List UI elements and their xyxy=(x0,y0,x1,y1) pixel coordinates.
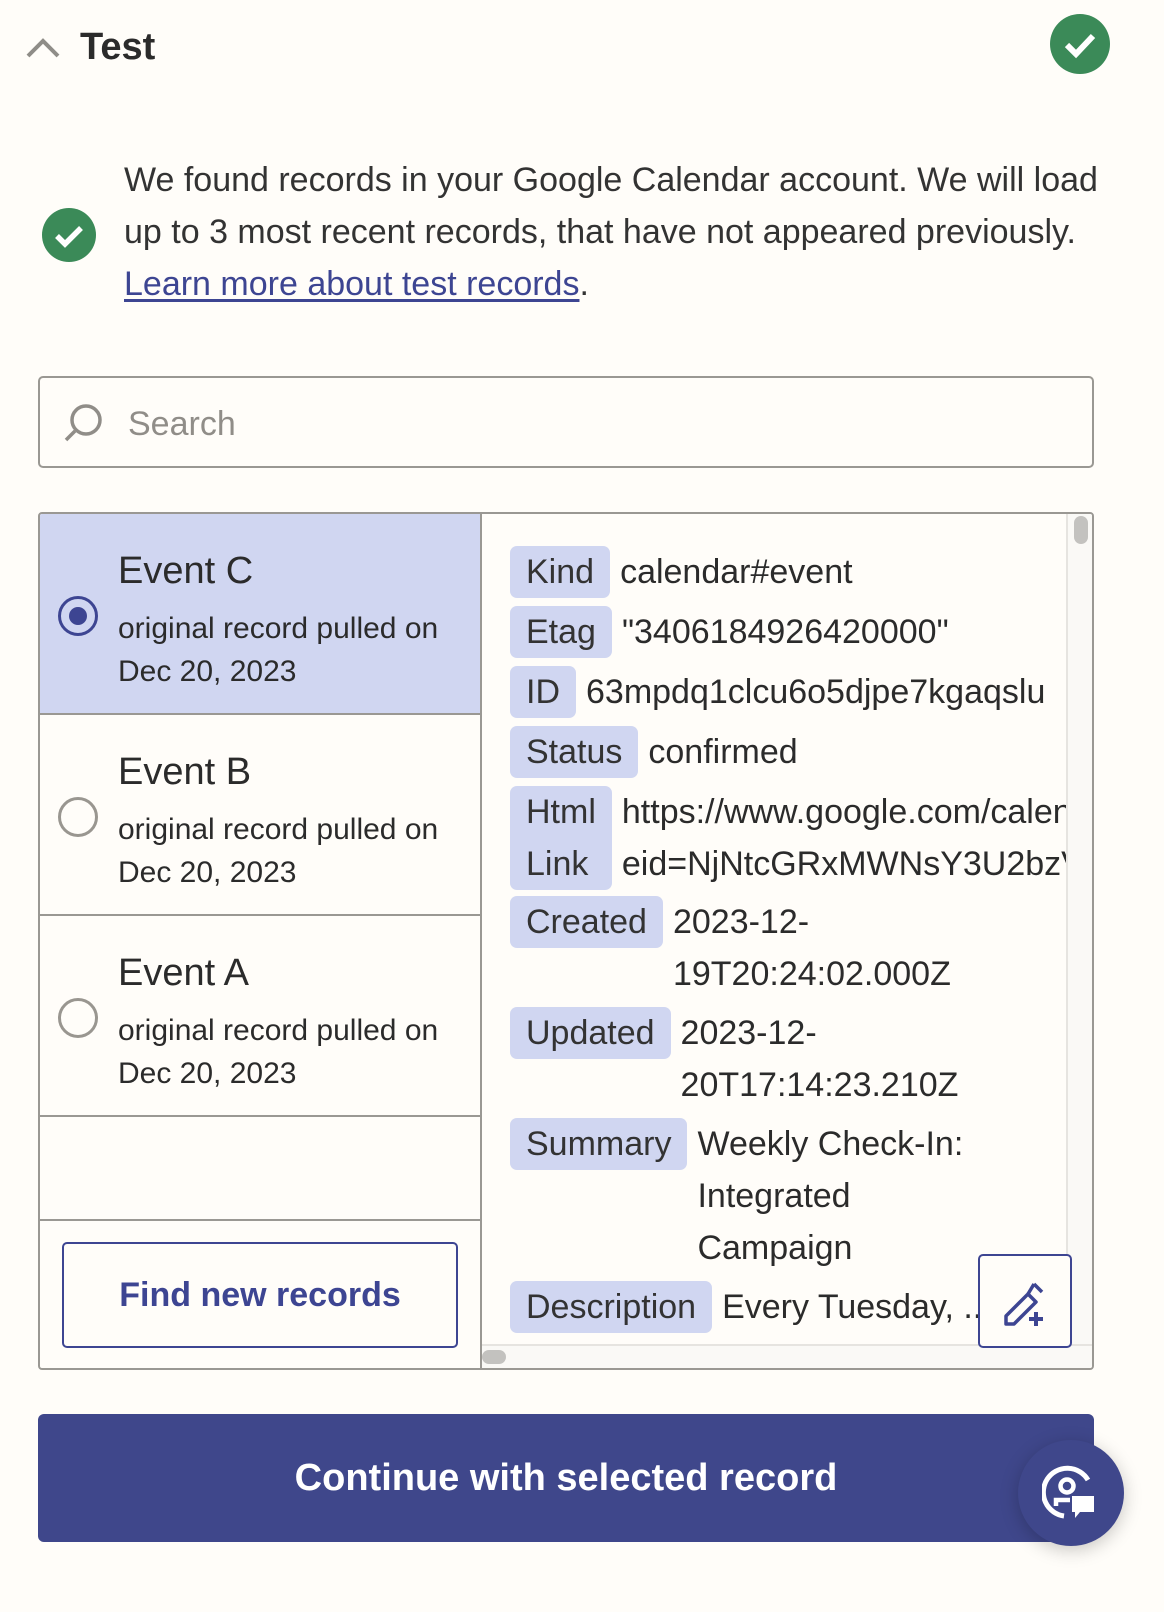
field-value: calendar#event xyxy=(620,553,853,591)
field-key: Kind xyxy=(510,546,611,598)
find-new-records-button[interactable]: Find new records xyxy=(62,1242,458,1348)
record-date: Dec 20, 2023 xyxy=(118,856,297,889)
record-subtitle: original record pulled on xyxy=(118,612,439,645)
record-list: Event C original record pulled on Dec 20… xyxy=(40,514,482,1368)
chevron-up-icon[interactable] xyxy=(26,34,60,60)
field-created: Created 2023-12- 19T20:24:02.000Z xyxy=(510,896,951,1000)
field-value-line: 2023-12- xyxy=(672,903,810,941)
edit-record-button[interactable] xyxy=(978,1254,1072,1348)
field-etag: Etag "3406184926420000" xyxy=(510,606,949,658)
field-key: Created xyxy=(510,896,663,948)
field-value: "3406184926420000" xyxy=(621,613,949,651)
record-subtitle: original record pulled on xyxy=(118,813,439,846)
field-key: Updated xyxy=(510,1007,671,1059)
field-key: ID xyxy=(510,666,576,718)
record-item-event-b[interactable]: Event B original record pulled on Dec 20… xyxy=(40,715,480,916)
record-title: Event A xyxy=(118,952,249,994)
radio-unselected[interactable] xyxy=(58,998,98,1038)
radio-selected[interactable] xyxy=(58,596,98,636)
field-value-line: 20T17:14:23.210Z xyxy=(680,1066,959,1104)
record-title: Event C xyxy=(118,550,254,592)
field-value-line: Integrated xyxy=(697,1177,851,1215)
field-kind: Kind calendar#event xyxy=(510,546,853,598)
check-circle-icon xyxy=(42,208,96,262)
field-value-line: 19T20:24:02.000Z xyxy=(672,955,951,993)
field-value-line: eid=NjNtcGRxMWNsY3U2bzVkanBlN2tnYXFzbHU xyxy=(621,845,1070,883)
field-value: 63mpdq1clcu6o5djpe7kgaqslu xyxy=(586,673,1046,711)
record-subtitle: original record pulled on xyxy=(118,1014,439,1047)
field-value-line: https://www.google.com/calendar/event? xyxy=(621,793,1070,831)
field-value: Every Tuesday, ... xyxy=(722,1288,992,1326)
search-icon xyxy=(62,402,106,446)
field-value: https://www.google.com/calendar/event? e… xyxy=(622,786,1070,890)
records-found-message: We found records in your Google Calendar… xyxy=(124,154,1104,310)
field-status: Status confirmed xyxy=(510,726,798,778)
record-item-event-a[interactable]: Event A original record pulled on Dec 20… xyxy=(40,916,480,1117)
field-value: 2023-12- 20T17:14:23.210Z xyxy=(681,1007,959,1111)
notice-text: We found records in your Google Calendar… xyxy=(124,161,1098,251)
field-key-line: Link xyxy=(526,845,589,883)
field-value: confirmed xyxy=(648,733,798,771)
record-title: Event B xyxy=(118,751,252,793)
search-input[interactable] xyxy=(126,396,1070,452)
learn-more-link[interactable]: Learn more about test records xyxy=(124,265,579,303)
radio-unselected[interactable] xyxy=(58,797,98,837)
notice-trailing: . xyxy=(579,265,589,303)
field-value: 2023-12- 19T20:24:02.000Z xyxy=(673,896,951,1000)
section-title: Test xyxy=(80,26,156,68)
search-box xyxy=(38,376,1094,468)
field-html-link: Html Link https://www.google.com/calenda… xyxy=(510,786,1070,890)
record-picker: Event C original record pulled on Dec 20… xyxy=(38,512,1094,1370)
field-key: Status xyxy=(510,726,639,778)
scrollbar-thumb[interactable] xyxy=(1074,516,1088,544)
record-date: Dec 20, 2023 xyxy=(118,655,297,688)
vertical-scrollbar[interactable] xyxy=(1066,514,1092,1344)
field-key: Summary xyxy=(510,1118,688,1170)
section-header: Test xyxy=(0,0,1164,100)
field-key: Description xyxy=(510,1281,713,1333)
continue-with-selected-record-button[interactable]: Continue with selected record xyxy=(38,1414,1094,1542)
empty-row xyxy=(40,1117,480,1221)
field-value-line: Weekly Check-In: xyxy=(697,1125,964,1163)
field-value: Weekly Check-In: Integrated Campaign xyxy=(697,1118,963,1274)
record-item-event-c[interactable]: Event C original record pulled on Dec 20… xyxy=(40,514,480,715)
record-date: Dec 20, 2023 xyxy=(118,1057,297,1090)
field-key-line: Html xyxy=(526,793,596,831)
field-value-line: Campaign xyxy=(697,1229,853,1267)
check-circle-icon xyxy=(1050,14,1110,74)
field-description: Description Every Tuesday, ... xyxy=(510,1281,992,1333)
record-details: Kind calendar#event Etag "34061849264200… xyxy=(482,514,1070,1344)
help-chat-button[interactable] xyxy=(1018,1440,1124,1546)
field-id: ID 63mpdq1clcu6o5djpe7kgaqslu xyxy=(510,666,1045,718)
scrollbar-thumb[interactable] xyxy=(482,1350,506,1364)
field-summary: Summary Weekly Check-In: Integrated Camp… xyxy=(510,1118,963,1274)
field-key: Etag xyxy=(510,606,612,658)
field-value-line: 2023-12- xyxy=(680,1014,817,1052)
field-key: Html Link xyxy=(510,786,612,890)
field-updated: Updated 2023-12- 20T17:14:23.210Z xyxy=(510,1007,958,1111)
radio-dot xyxy=(69,607,87,625)
